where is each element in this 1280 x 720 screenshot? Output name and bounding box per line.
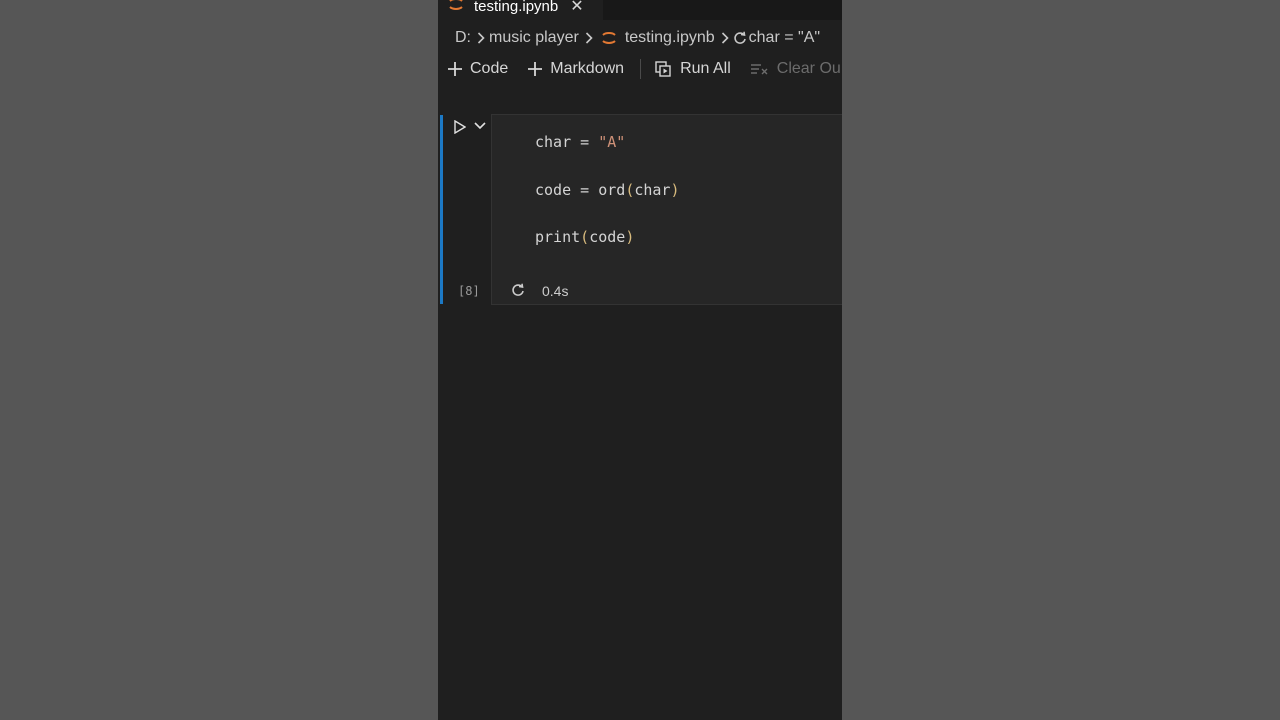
breadcrumb-file[interactable]: testing.ipynb [625, 29, 715, 47]
code-token-operator: = [571, 133, 599, 151]
notebook-toolbar: Code Markdown Run All Clear Ou [448, 57, 841, 81]
code-token-paren: ) [625, 228, 635, 246]
execution-count: [8] [458, 284, 480, 298]
chevron-down-icon[interactable] [474, 121, 486, 131]
code-line: code = ord(char) [535, 181, 680, 199]
clear-all-icon [750, 63, 769, 75]
breadcrumb-folder[interactable]: music player [489, 29, 579, 47]
tab-label: testing.ipynb [474, 0, 559, 15]
screen-background: testing.ipynb ✕ D: music player testing.… [0, 0, 1280, 720]
code-token-function: ord [598, 181, 626, 199]
chevron-right-icon [585, 32, 593, 44]
cell-symbol-icon [733, 31, 747, 45]
add-markdown-label: Markdown [550, 60, 625, 77]
execution-time: 0.4s [542, 283, 569, 299]
code-token-string: "A" [598, 133, 626, 151]
code-token-argument: code [589, 228, 626, 246]
clear-outputs-button[interactable]: Clear Ou [750, 60, 841, 78]
breadcrumb-symbol[interactable]: char = "A" [749, 29, 820, 47]
code-token-variable: char [535, 133, 572, 151]
code-token-argument: char [634, 181, 671, 199]
add-code-label: Code [470, 60, 509, 77]
play-icon[interactable] [454, 120, 466, 134]
code-line: print(code) [535, 228, 634, 246]
code-token-paren: ( [580, 228, 590, 246]
plus-icon [448, 62, 462, 76]
code-token-paren: ( [625, 181, 635, 199]
refresh-icon [511, 283, 525, 297]
breadcrumb: D: music player testing.ipynb char = "A" [455, 27, 820, 49]
notebook-editor: testing.ipynb ✕ D: music player testing.… [438, 0, 842, 720]
chevron-right-icon [477, 32, 485, 44]
run-all-icon [655, 60, 672, 78]
add-markdown-cell-button[interactable]: Markdown [528, 60, 624, 78]
code-line: char = "A" [535, 133, 625, 151]
tab-strip [603, 0, 842, 20]
jupyter-icon [448, 0, 464, 16]
plus-icon [528, 62, 543, 76]
code-token-function: print [535, 228, 581, 246]
add-code-cell-button[interactable]: Code [448, 60, 508, 78]
toolbar-divider [640, 59, 642, 79]
breadcrumb-drive[interactable]: D: [455, 29, 471, 47]
run-all-label: Run All [680, 60, 731, 77]
code-cell-editor[interactable]: char = "A" code = ord(char) print(code) [491, 114, 842, 305]
close-icon[interactable]: ✕ [570, 0, 583, 16]
code-token-paren: ) [670, 181, 680, 199]
tab-testing-ipynb[interactable]: testing.ipynb ✕ [438, 0, 603, 20]
clear-outputs-label: Clear Ou [776, 60, 841, 77]
cell-focus-indicator [440, 115, 443, 304]
code-token-variable: code [535, 181, 572, 199]
run-all-button[interactable]: Run All [655, 60, 731, 78]
code-token-operator: = [571, 181, 599, 199]
chevron-right-icon [721, 32, 729, 44]
jupyter-icon [601, 30, 617, 46]
